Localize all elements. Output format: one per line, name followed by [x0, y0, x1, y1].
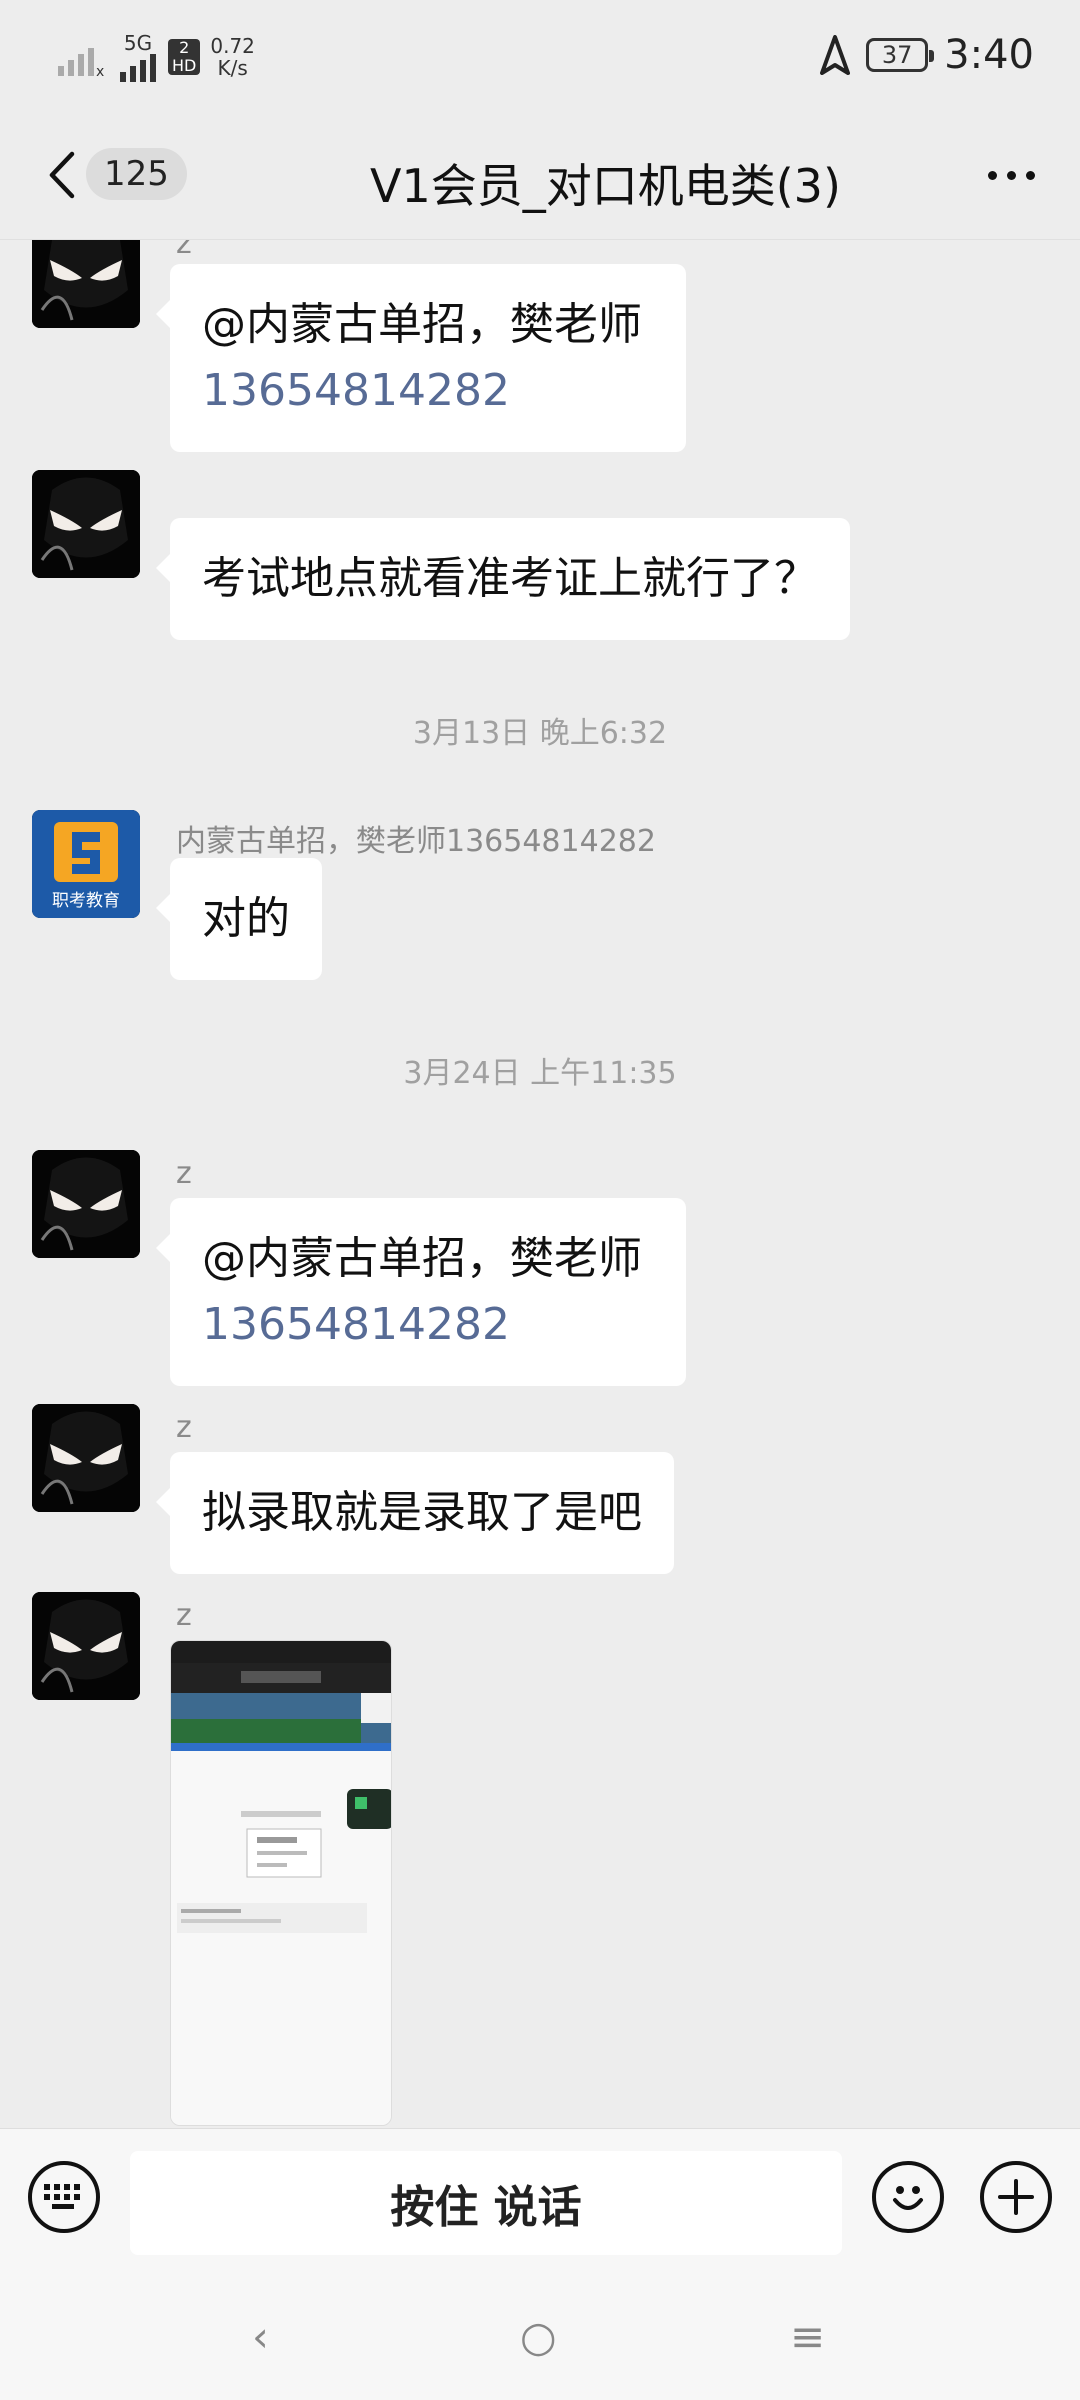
net-speed-value: 0.72	[210, 34, 255, 58]
hold-to-talk-button[interactable]: 按住 说话	[130, 2151, 842, 2255]
emoji-icon[interactable]	[872, 2161, 944, 2233]
keyboard-icon[interactable]	[28, 2161, 100, 2233]
logo-text: 职考教育	[52, 891, 120, 911]
message-text: 考试地点就看准考证上就行了？	[202, 553, 818, 604]
message-text: 拟录取就是录取了是吧	[202, 1487, 642, 1538]
phone-link[interactable]: 13654814282	[202, 358, 654, 424]
hd-badge: 2 HD	[168, 38, 201, 75]
avatar[interactable]	[32, 1150, 140, 1258]
sender-name: 内蒙古单招，樊老师13654814282	[176, 824, 656, 859]
svg-text:x: x	[96, 64, 104, 78]
mask-avatar-icon	[32, 1592, 140, 1700]
mask-avatar-icon	[32, 1150, 140, 1258]
net-speed-unit: K/s	[217, 56, 248, 80]
system-recent-apps-icon[interactable]: ≡	[790, 2312, 825, 2361]
hd-label: HD	[172, 56, 197, 75]
system-navigation-bar: ‹ ○ ≡	[0, 2268, 1080, 2400]
mask-avatar-icon	[32, 470, 140, 578]
sender-name: z	[176, 1156, 192, 1191]
chat-header: 125 V1会员_对口机电类(3)	[0, 110, 1080, 240]
image-message[interactable]	[170, 1640, 392, 2126]
message-bubble[interactable]: 考试地点就看准考证上就行了？	[156, 518, 850, 640]
avatar[interactable]	[32, 1592, 140, 1700]
cell-signal-icon	[120, 54, 156, 82]
network-type: 5G	[123, 31, 153, 55]
more-options-icon[interactable]	[976, 148, 1046, 202]
phone-link[interactable]: 13654814282	[202, 1292, 654, 1358]
add-attachment-icon[interactable]	[980, 2161, 1052, 2233]
institution-logo-icon: 职考教育	[32, 810, 140, 918]
back-arrow-icon[interactable]	[40, 148, 90, 202]
status-left: x 5G 2 HD 0.72 K/s	[56, 32, 255, 82]
mention-text: @内蒙古单招，樊老师	[202, 1233, 642, 1284]
message-bubble[interactable]: @内蒙古单招，樊老师 13654814282	[156, 264, 686, 452]
status-bar: x 5G 2 HD 0.72 K/s 37 3:40	[0, 0, 1080, 110]
timestamp: 3月13日 晚上6:32	[412, 716, 668, 751]
clock: 3:40	[944, 32, 1034, 78]
screenshot-thumbnail	[171, 1641, 391, 2125]
sender-name: z	[176, 1598, 192, 1633]
net-speed: 0.72 K/s	[210, 35, 255, 79]
message-text: 对的	[202, 893, 290, 944]
mask-avatar-icon	[32, 1404, 140, 1512]
sender-name: z	[176, 1410, 192, 1445]
avatar[interactable]: 职考教育	[32, 810, 140, 918]
message-bubble[interactable]: @内蒙古单招，樊老师 13654814282	[156, 1198, 686, 1386]
avatar[interactable]	[32, 1404, 140, 1512]
message-list[interactable]: z @内蒙古单招，樊老师 13654814282 考试地点就看准考证上就行了？ …	[0, 240, 1080, 2128]
timestamp: 3月24日 上午11:35	[403, 1056, 677, 1091]
battery-level: 37	[881, 41, 913, 69]
chat-title: V1会员_对口机电类(3)	[370, 159, 841, 213]
unread-count-badge[interactable]: 125	[86, 148, 187, 200]
navigation-arrow-icon	[820, 35, 851, 75]
battery-icon: 37	[866, 38, 935, 72]
message-bubble[interactable]: 对的	[156, 858, 322, 980]
system-home-icon[interactable]: ○	[520, 2312, 557, 2361]
avatar[interactable]	[32, 470, 140, 578]
status-right: 37 3:40	[820, 32, 1034, 78]
avatar[interactable]	[32, 240, 140, 328]
signal-icon: x	[58, 48, 104, 78]
input-bar: 按住 说话	[0, 2128, 1080, 2268]
message-bubble[interactable]: 拟录取就是录取了是吧	[156, 1452, 674, 1574]
sender-name: z	[176, 240, 192, 261]
system-back-icon[interactable]: ‹	[252, 2312, 269, 2361]
hd-sim-number: 2	[179, 38, 190, 57]
mask-avatar-icon	[32, 240, 140, 328]
mention-text: @内蒙古单招，樊老师	[202, 299, 642, 350]
